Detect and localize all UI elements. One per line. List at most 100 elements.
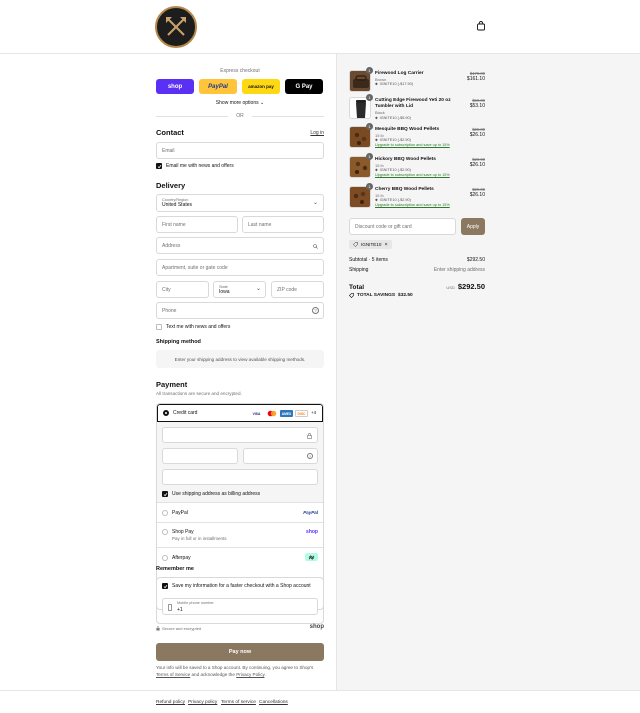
text-news-row[interactable]: Text me with news and offers: [156, 324, 230, 330]
paypal-option[interactable]: PayPal PayPal: [157, 502, 323, 522]
crossed-axes-icon: [166, 17, 186, 36]
item-upgrade-link[interactable]: Upgrade to subscription and save up to 1…: [375, 173, 463, 178]
applied-discount-tag: IGNITE10 ×: [349, 240, 392, 249]
google-pay-button[interactable]: G Pay: [285, 79, 323, 94]
security-code-field[interactable]: ?: [243, 448, 318, 464]
total-savings-label: TOTAL SAVINGS: [357, 293, 396, 298]
lock-icon: [156, 626, 160, 631]
search-icon: [313, 244, 318, 249]
mobile-phone-field[interactable]: Mobile phone number +1: [162, 598, 318, 615]
city-field[interactable]: City: [156, 281, 209, 298]
credit-card-option[interactable]: Credit card VISA AMEX DISC +4: [157, 404, 323, 422]
amex-icon: AMEX: [280, 410, 293, 417]
header: [0, 0, 640, 54]
email-news-label: Email me with news and offers: [166, 163, 234, 169]
shipping-label: Shipping: [349, 267, 369, 273]
email-field[interactable]: Email: [156, 142, 324, 159]
zip-field[interactable]: ZIP code: [271, 281, 324, 298]
shopping-bag-icon[interactable]: [476, 21, 486, 31]
store-logo[interactable]: [155, 6, 197, 48]
afterpay-option-label: Afterpay: [172, 555, 191, 561]
afterpay-radio[interactable]: [162, 555, 168, 561]
total-label: Total: [349, 284, 365, 291]
tag-icon: [353, 242, 358, 247]
item-discount-text: IGNITE10 (-$5.90): [379, 115, 411, 120]
cart-item: 1 Cutting Edge Firewood Yeti 20 oz Tumbl…: [349, 94, 485, 121]
contact-heading: Contact: [156, 128, 184, 137]
item-name: Cutting Edge Firewood Yeti 20 oz Tumbler…: [375, 98, 451, 110]
name-on-card-field[interactable]: [162, 469, 318, 485]
shipping-value: Enter shipping address: [433, 267, 485, 273]
shop-pay-option[interactable]: Shop Pay Pay in full or in installments …: [157, 522, 323, 547]
item-final-price: $26.10: [469, 162, 485, 168]
item-final-price: $161.10: [466, 76, 485, 82]
close-icon[interactable]: ×: [384, 242, 387, 248]
mobile-phone-icon: [168, 604, 172, 611]
card-number-field[interactable]: [162, 427, 318, 443]
shipping-method-info: Enter your shipping address to view avai…: [156, 350, 324, 368]
shop-pay-radio[interactable]: [162, 529, 168, 535]
billing-checkbox[interactable]: [162, 491, 168, 497]
show-more-options[interactable]: Show more options ⌄: [156, 100, 324, 106]
privacy-policy-link[interactable]: Privacy policy: [188, 700, 217, 705]
terms-of-service-link[interactable]: Terms of service: [221, 700, 256, 705]
credit-card-radio[interactable]: [163, 410, 169, 416]
apartment-field[interactable]: Apartment, suite or gate code: [156, 259, 324, 276]
item-details: Cutting Edge Firewood Yeti 20 oz Tumbler…: [375, 98, 463, 121]
item-price: $29.00 $26.10: [470, 127, 485, 138]
email-news-row[interactable]: Email me with news and offers: [156, 163, 234, 169]
amazon-pay-label: amazon pay: [248, 84, 274, 89]
secure-text: Secure and encrypted: [162, 626, 202, 631]
pay-now-button[interactable]: Pay now: [156, 643, 324, 661]
apply-button[interactable]: Apply: [461, 218, 485, 235]
terms-link[interactable]: Terms of Service: [156, 672, 190, 677]
afterpay-option[interactable]: Afterpay: [157, 547, 323, 567]
country-select[interactable]: Country/Region United States ⌄: [156, 194, 324, 212]
cart-item: 1 Hickory BBQ Wood Pellets 15 lb ⬥ IGNITE…: [349, 153, 485, 180]
quantity-badge: 1: [366, 94, 373, 101]
google-pay-label: G Pay: [295, 83, 313, 90]
item-upgrade-link[interactable]: Upgrade to subscription and save up to 1…: [375, 143, 463, 148]
discount-code-field[interactable]: Discount code or gift card: [349, 218, 456, 235]
quantity-badge: 1: [366, 183, 373, 190]
paypal-radio[interactable]: [162, 510, 168, 516]
login-link[interactable]: Log in: [310, 130, 324, 136]
address-placeholder: Address: [162, 242, 181, 249]
country-value: United States: [162, 202, 193, 208]
first-name-field[interactable]: First name: [156, 216, 238, 233]
quantity-badge: 1: [366, 123, 373, 130]
refund-policy-link[interactable]: Refund policy: [156, 700, 185, 705]
cancellations-link[interactable]: Cancellations: [259, 700, 288, 705]
email-news-checkbox[interactable]: [156, 163, 162, 169]
amazon-pay-button[interactable]: amazon pay: [242, 79, 280, 94]
help-icon[interactable]: ?: [312, 307, 319, 314]
save-info-checkbox[interactable]: [162, 583, 168, 589]
item-price: $179.00 $161.10: [467, 71, 485, 82]
state-select[interactable]: State Iowa ⌄: [213, 281, 266, 298]
paypal-button[interactable]: PayPal: [199, 79, 237, 94]
shop-pay-logo: shop: [306, 529, 318, 535]
item-discount: ⬥ IGNITE10 (-$5.90): [375, 116, 463, 121]
phone-field[interactable]: Phone ?: [156, 302, 324, 319]
state-value: Iowa: [219, 288, 230, 295]
shop-logo: shop: [309, 624, 324, 630]
privacy-link[interactable]: Privacy Policy: [236, 672, 264, 677]
check-icon: [163, 584, 167, 588]
last-name-field[interactable]: Last name: [242, 216, 324, 233]
help-icon[interactable]: ?: [307, 453, 313, 459]
item-upgrade-link[interactable]: Upgrade to subscription and save up to 1…: [375, 203, 463, 208]
billing-row[interactable]: Use shipping address as billing address: [162, 491, 260, 497]
expiration-field[interactable]: [162, 448, 238, 464]
text-news-checkbox[interactable]: [156, 324, 162, 330]
shop-pay-button[interactable]: shop: [156, 79, 194, 94]
first-name-placeholder: First name: [162, 221, 186, 228]
show-more-label: Show more options: [215, 100, 259, 106]
item-discount: ⬥ IGNITE10 (-$17.90): [375, 82, 463, 87]
total-row: Total USD $292.50: [349, 282, 485, 291]
mastercard-icon: [266, 410, 278, 417]
disclaimer-text: Your info will be saved to a Shop accoun…: [156, 665, 314, 670]
item-details: Hickory BBQ Wood Pellets 15 lb ⬥ IGNITE10…: [375, 157, 463, 178]
address-field[interactable]: Address: [156, 237, 324, 254]
quantity-badge: 1: [366, 153, 373, 160]
save-info-row[interactable]: Save my information for a faster checkou…: [162, 583, 311, 589]
